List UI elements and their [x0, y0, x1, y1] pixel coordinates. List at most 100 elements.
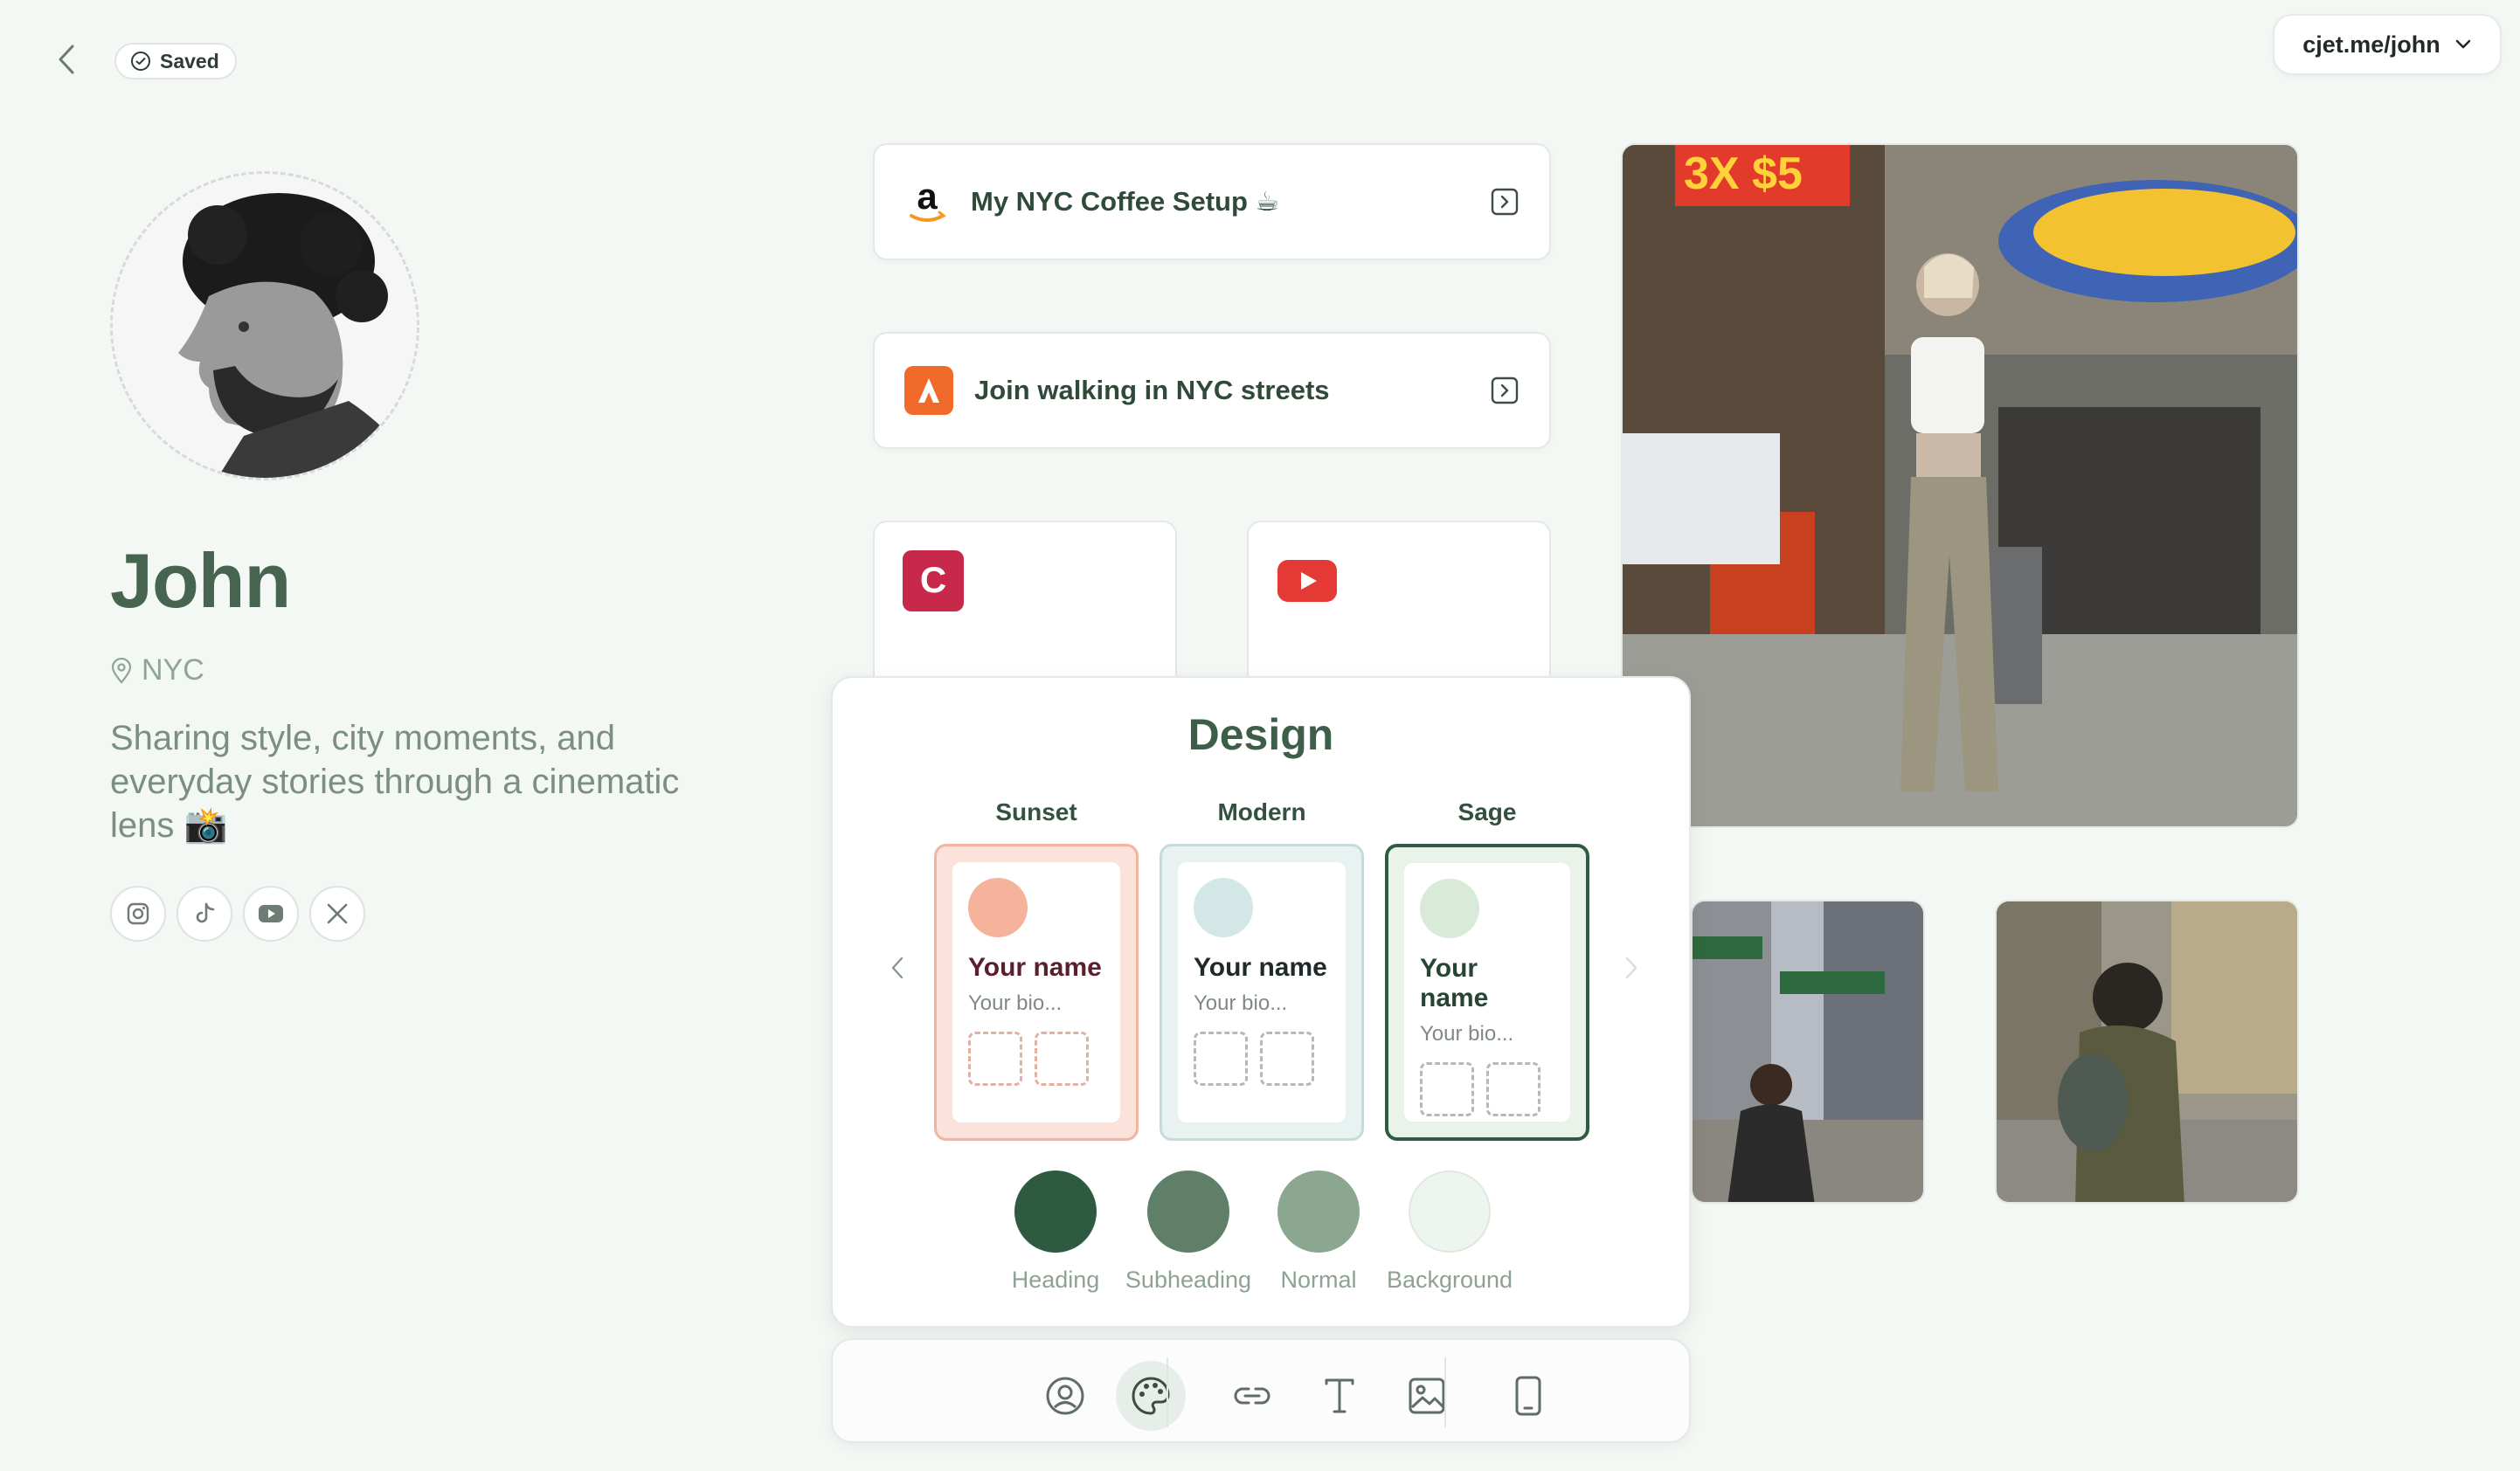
youtube-icon: [1277, 560, 1337, 602]
theme-box-placeholder: [1194, 1032, 1248, 1086]
link-label: My NYC Coffee Setup ☕: [971, 186, 1280, 217]
link-label: Join walking in NYC streets: [974, 375, 1330, 405]
social-links: [110, 886, 365, 942]
theme-preview-boxes: [1194, 1032, 1330, 1086]
theme-box-placeholder: [1035, 1032, 1089, 1086]
map-pin-icon: [111, 657, 132, 684]
swatch-label: Background: [1386, 1267, 1513, 1293]
design-panel: Design Sunset Modern Sage Your name Your…: [831, 676, 1691, 1328]
swatch-label: Heading: [1011, 1267, 1100, 1293]
strava-icon: [904, 366, 953, 415]
profile-bio[interactable]: Sharing style, city moments, and everyda…: [110, 716, 722, 847]
theme-preview-name: Your name: [1420, 954, 1489, 1012]
theme-preview-bio: Your bio...: [1420, 1022, 1514, 1046]
city-walk-photo-image: [1997, 901, 2297, 1202]
theme-avatar-placeholder: [1194, 878, 1253, 937]
check-circle-icon: [131, 52, 150, 71]
theme-preview-bio: Your bio...: [968, 991, 1063, 1015]
toolbar-divider: [1167, 1357, 1168, 1427]
theme-card-sage[interactable]: Your name Your bio...: [1385, 844, 1589, 1141]
theme-preview: Your name Your bio...: [1178, 862, 1346, 1122]
profile-icon: [1046, 1377, 1084, 1415]
theme-preview-name: Your name: [1194, 953, 1327, 982]
swatch-label: Subheading: [1125, 1267, 1252, 1293]
theme-label-modern: Modern: [1217, 798, 1306, 825]
instagram-button[interactable]: [110, 886, 166, 942]
theme-avatar-placeholder: [968, 878, 1028, 937]
avatar[interactable]: [110, 171, 419, 480]
profile-url-label: cjet.me/john: [2302, 31, 2440, 58]
theme-preview: Your name Your bio...: [1404, 863, 1570, 1122]
photo-woman-backpack[interactable]: [1995, 900, 2299, 1204]
theme-preview-boxes: [968, 1032, 1104, 1086]
preview-tool-button[interactable]: [1493, 1361, 1563, 1431]
themes-prev-button[interactable]: [880, 950, 915, 985]
toolbar-divider: [1444, 1357, 1446, 1427]
chevron-right-icon: [1625, 956, 1637, 979]
color-swatch[interactable]: [1014, 1171, 1097, 1253]
theme-box-placeholder: [1260, 1032, 1314, 1086]
svg-text:C: C: [920, 559, 946, 600]
svg-text:a: a: [917, 177, 938, 217]
theme-label-sunset: Sunset: [995, 798, 1077, 825]
instagram-icon: [127, 902, 149, 925]
design-title: Design: [1187, 710, 1334, 759]
open-link-icon[interactable]: [1490, 376, 1520, 405]
theme-card-modern[interactable]: Your name Your bio...: [1160, 844, 1364, 1141]
palette-icon: [1132, 1377, 1170, 1415]
youtube-button[interactable]: [243, 886, 299, 942]
theme-preview-bio: Your bio...: [1194, 991, 1288, 1015]
phone-icon: [1515, 1376, 1541, 1416]
saved-label: Saved: [160, 49, 219, 73]
chevron-down-icon: [2455, 39, 2471, 49]
theme-box-placeholder: [1486, 1062, 1540, 1116]
chevron-left-icon: [891, 956, 903, 979]
open-link-icon[interactable]: [1490, 187, 1520, 217]
link-tool-button[interactable]: [1217, 1361, 1287, 1431]
app-tile-youtube[interactable]: [1247, 521, 1551, 695]
design-tool-button[interactable]: [1116, 1361, 1186, 1431]
profile-location[interactable]: NYC: [110, 653, 204, 687]
color-swatch[interactable]: [1277, 1171, 1360, 1253]
swatch-normal[interactable]: Normal: [1253, 1171, 1384, 1294]
tiktok-button[interactable]: [177, 886, 232, 942]
back-button[interactable]: [49, 42, 84, 77]
location-label: NYC: [142, 653, 204, 687]
image-tool-button[interactable]: [1392, 1361, 1462, 1431]
photo-fifth-avenue[interactable]: [1691, 900, 1925, 1204]
editor-toolbar: [831, 1338, 1691, 1443]
theme-box-placeholder: [1420, 1062, 1474, 1116]
text-icon: [1325, 1378, 1354, 1413]
swatch-background[interactable]: Background: [1384, 1171, 1515, 1294]
avatar-portrait-image: [113, 174, 417, 478]
link-card-walking-nyc[interactable]: Join walking in NYC streets: [873, 332, 1551, 449]
swatch-heading[interactable]: Heading: [990, 1171, 1121, 1294]
street-photo-image: 3X $5: [1623, 145, 2297, 826]
color-swatch[interactable]: [1409, 1171, 1491, 1253]
theme-box-placeholder: [968, 1032, 1022, 1086]
c-app-icon: C: [903, 550, 964, 611]
color-swatch[interactable]: [1147, 1171, 1229, 1253]
link-icon: [1234, 1387, 1270, 1405]
profile-name[interactable]: John: [110, 536, 291, 625]
saved-status-badge: Saved: [114, 43, 237, 79]
x-button[interactable]: [309, 886, 365, 942]
themes-next-button[interactable]: [1614, 950, 1649, 985]
profile-tool-button[interactable]: [1030, 1361, 1100, 1431]
image-icon: [1409, 1378, 1445, 1414]
city-street-photo-image: [1693, 901, 1923, 1202]
theme-avatar-placeholder: [1420, 879, 1479, 938]
theme-card-sunset[interactable]: Your name Your bio...: [934, 844, 1139, 1141]
swatch-label: Normal: [1280, 1267, 1357, 1293]
tiktok-icon: [196, 902, 215, 923]
svg-text:3X $5: 3X $5: [1684, 148, 1803, 199]
text-tool-button[interactable]: [1305, 1361, 1374, 1431]
swatch-subheading[interactable]: Subheading: [1123, 1171, 1254, 1294]
theme-preview-name: Your name: [968, 953, 1102, 982]
x-icon: [327, 903, 348, 924]
photo-street-cart[interactable]: 3X $5: [1621, 143, 2299, 828]
app-tile-c[interactable]: C: [873, 521, 1177, 695]
chevron-left-icon: [59, 45, 74, 74]
profile-url-dropdown[interactable]: cjet.me/john: [2273, 14, 2502, 75]
link-card-coffee-setup[interactable]: a My NYC Coffee Setup ☕: [873, 143, 1551, 260]
